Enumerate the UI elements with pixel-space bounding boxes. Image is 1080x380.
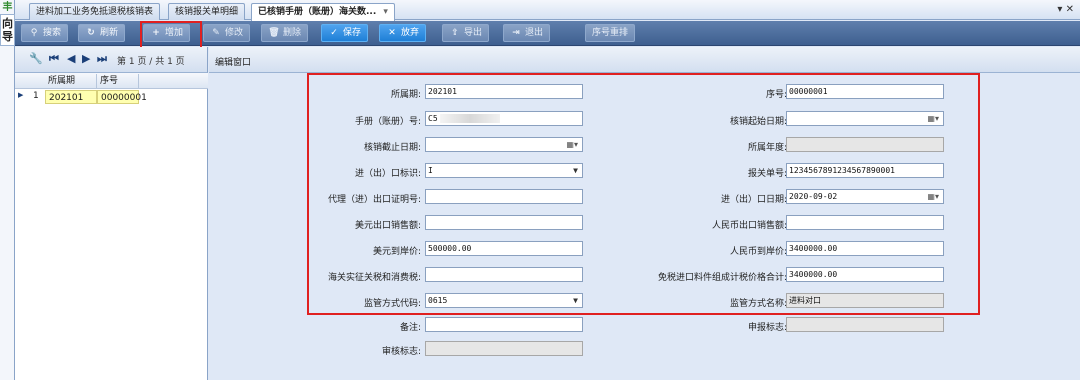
- search-icon: ⚲: [30, 28, 38, 38]
- year-input: [786, 137, 944, 152]
- save-button[interactable]: ✓ 保存: [321, 24, 369, 42]
- edit-icon: ✎: [212, 28, 220, 38]
- manual-input[interactable]: C5: [425, 111, 583, 126]
- pin-icon[interactable]: 丰: [2, 2, 13, 13]
- reorder-button[interactable]: 序号重排: [585, 24, 636, 42]
- trash-icon: 🗑: [268, 28, 280, 38]
- editor-title: 编辑窗口: [215, 58, 252, 68]
- rmb-sales-label: 人民币出口销售额:: [711, 221, 787, 231]
- rmb-cif-input[interactable]: 3400000.00: [786, 241, 944, 256]
- end-date-label: 核销截止日期:: [363, 143, 421, 153]
- supervise-name-label: 监管方式名称:: [729, 299, 787, 309]
- cell-seq[interactable]: 00000001: [97, 90, 147, 104]
- calendar-icon[interactable]: ▦▾: [566, 138, 578, 151]
- page-info: 第 1 页 / 共 1 页: [117, 57, 185, 67]
- row-pointer-icon: ▶: [18, 91, 24, 99]
- column-seq[interactable]: 序号: [97, 74, 139, 88]
- refresh-button[interactable]: ↻ 刷新: [78, 24, 126, 42]
- dutyfree-label: 免税进口料件组成计税价格合计:: [657, 273, 787, 283]
- plus-icon: +: [152, 28, 160, 38]
- discard-button[interactable]: ✕ 放弃: [379, 24, 427, 42]
- usd-cif-label: 美元到岸价:: [372, 247, 421, 257]
- dropdown-arrow-icon[interactable]: ▼: [573, 294, 578, 307]
- export-button[interactable]: ⇪ 导出: [442, 24, 490, 42]
- tax-input[interactable]: [425, 267, 583, 282]
- declare-flag-label: 申报标志:: [747, 323, 787, 333]
- start-date-label: 核销起始日期:: [729, 117, 787, 127]
- year-label: 所属年度:: [747, 143, 787, 153]
- usd-sales-input[interactable]: [425, 215, 583, 230]
- tax-label: 海关实征关税和消费税:: [327, 273, 421, 283]
- remark-label: 备注:: [399, 323, 421, 333]
- io-flag-label: 进（出）口标识:: [354, 169, 421, 179]
- tab-customs-detail[interactable]: 核销报关单明细: [168, 3, 246, 20]
- period-label: 所属期:: [390, 90, 421, 100]
- calendar-icon[interactable]: ▦▾: [927, 190, 939, 203]
- record-grid: 所属期 序号 ▶ 1 202101 00000001: [15, 73, 208, 380]
- tab-verified-manual[interactable]: 已核销手册（账册）海关数... ▾: [251, 3, 395, 21]
- start-date-input[interactable]: ▦▾: [786, 111, 944, 126]
- usd-sales-label: 美元出口销售额:: [354, 221, 421, 231]
- tab-processing-trade-table[interactable]: 进料加工业务免抵退税核销表: [29, 3, 161, 20]
- period-input[interactable]: 202101: [425, 84, 583, 99]
- navigation-strip: 丰 向 导: [0, 0, 15, 380]
- tab-controls[interactable]: ▾ ✕: [1057, 4, 1074, 15]
- dutyfree-input[interactable]: 3400000.00: [786, 267, 944, 282]
- calendar-icon[interactable]: ▦▾: [927, 112, 939, 125]
- tab-close-icon[interactable]: ▾: [383, 7, 388, 17]
- row-number: 1: [33, 91, 39, 101]
- edit-button[interactable]: ✎ 修改: [203, 24, 251, 42]
- supervise-code-label: 监管方式代码:: [363, 299, 421, 309]
- refresh-icon: ↻: [87, 28, 95, 38]
- redacted-mask: [439, 114, 500, 123]
- edit-form: 所属期: 202101 序号: 00000001 手册（账册）号: C5 核销起…: [209, 74, 1080, 380]
- remark-input[interactable]: [425, 317, 583, 332]
- audit-flag-input: [425, 341, 583, 356]
- seq-input[interactable]: 00000001: [786, 84, 944, 99]
- cell-period[interactable]: 202101: [45, 90, 97, 104]
- prev-page-icon[interactable]: ◀: [67, 52, 75, 65]
- end-date-input[interactable]: ▦▾: [425, 137, 583, 152]
- supervise-code-select[interactable]: 0615 ▼: [425, 293, 583, 308]
- next-page-icon[interactable]: ▶: [82, 52, 90, 65]
- column-period[interactable]: 所属期: [45, 74, 97, 88]
- check-icon: ✓: [330, 28, 338, 38]
- exit-icon: ⇥: [512, 28, 520, 38]
- delete-button[interactable]: 🗑 删除: [261, 24, 309, 42]
- add-button[interactable]: + 增加: [143, 24, 191, 42]
- exit-button[interactable]: ⇥ 退出: [503, 24, 551, 42]
- last-page-icon[interactable]: ⏭: [97, 52, 107, 66]
- grid-header: 所属期 序号: [15, 73, 208, 89]
- usd-cif-input[interactable]: 500000.00: [425, 241, 583, 256]
- tab-bar: 进料加工业务免抵退税核销表 核销报关单明细 已核销手册（账册）海关数... ▾ …: [15, 0, 1080, 21]
- close-icon: ✕: [388, 28, 396, 38]
- io-flag-select[interactable]: I ▼: [425, 163, 583, 178]
- manual-label: 手册（账册）号:: [354, 117, 421, 127]
- seq-label: 序号:: [765, 90, 787, 100]
- rmb-sales-input[interactable]: [786, 215, 944, 230]
- customs-no-label: 报关单号:: [747, 169, 787, 179]
- declare-flag-input: [786, 317, 944, 332]
- customs-no-input[interactable]: 1234567891234567890001: [786, 163, 944, 178]
- io-date-input[interactable]: 2020-09-02 ▦▾: [786, 189, 944, 204]
- supervise-name-input: 进料对口: [786, 293, 944, 308]
- pager: 🔧 ⏮ ◀ ▶ ⏭ 第 1 页 / 共 1 页: [15, 47, 208, 73]
- agent-cert-input[interactable]: [425, 189, 583, 204]
- first-page-icon[interactable]: ⏮: [49, 52, 59, 66]
- table-row[interactable]: ▶ 1 202101 00000001: [15, 90, 208, 104]
- rmb-cif-label: 人民币到岸价:: [729, 247, 787, 257]
- dropdown-arrow-icon[interactable]: ▼: [573, 164, 578, 177]
- wrench-icon[interactable]: 🔧: [29, 52, 43, 65]
- agent-cert-label: 代理（进）出口证明号:: [327, 195, 421, 205]
- toolbar: ⚲ 搜索 ↻ 刷新 + 增加 ✎ 修改 🗑 删除 ✓ 保存 ✕ 放弃 ⇪ 导出 ⇥ 退出 序号重排: [15, 21, 1080, 46]
- audit-flag-label: 审核标志:: [381, 347, 421, 357]
- editor-header: 编辑窗口: [209, 47, 1080, 73]
- navigator-button[interactable]: 向 导: [0, 14, 15, 46]
- search-button[interactable]: ⚲ 搜索: [21, 24, 69, 42]
- io-date-label: 进（出）口日期:: [720, 195, 787, 205]
- export-icon: ⇪: [451, 28, 459, 38]
